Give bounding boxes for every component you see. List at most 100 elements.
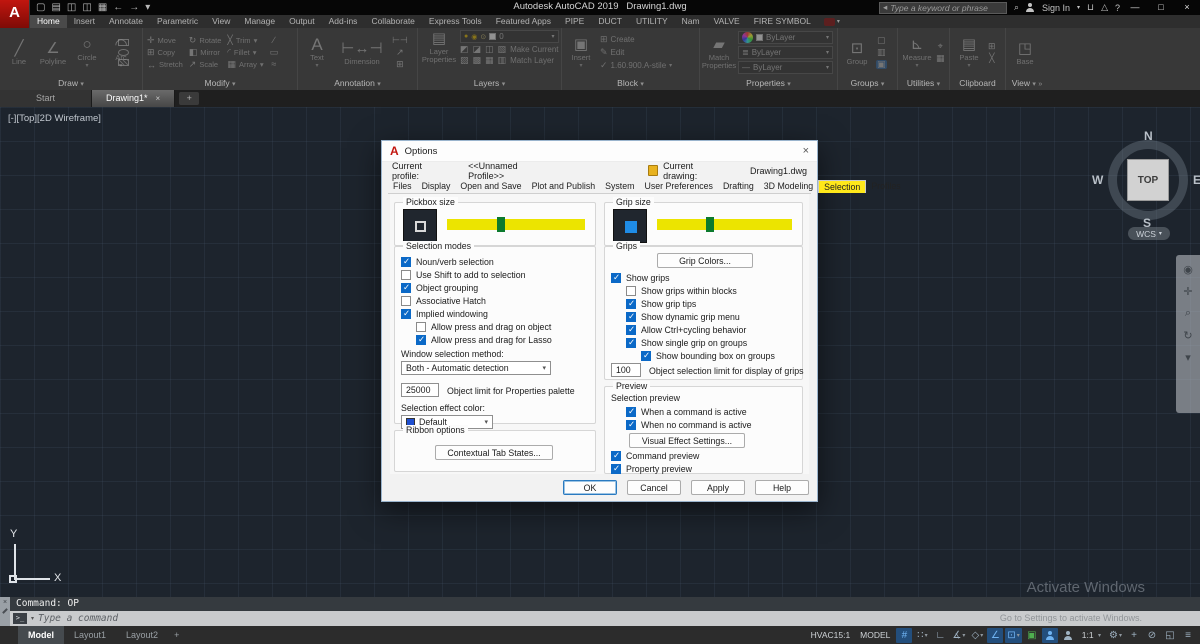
- exchange-icon[interactable]: △: [1101, 2, 1108, 13]
- options-tab-open-and-save[interactable]: Open and Save: [455, 180, 526, 193]
- snap-mode-toggle[interactable]: ∷▾: [914, 628, 930, 643]
- ribbon-tab-valve[interactable]: VALVE: [707, 15, 747, 28]
- panel-label-utilities[interactable]: Utilities ▾: [898, 77, 949, 90]
- erase-icon[interactable]: ∕: [273, 36, 275, 45]
- group-selection-toggle-icon[interactable]: ▣: [876, 60, 887, 69]
- help-search-input[interactable]: ◂ Type a keyword or phrase: [879, 2, 1007, 14]
- ribbon-tab-utility[interactable]: UTILITY: [629, 15, 675, 28]
- checkbox-box[interactable]: [416, 322, 426, 332]
- text-tool[interactable]: A Text ▾: [302, 36, 332, 69]
- checkbox-command-preview[interactable]: Command preview: [611, 449, 699, 462]
- layer-freeze-icon[interactable]: ◉: [471, 33, 477, 41]
- modify-tool-array[interactable]: ▦Array▾: [227, 59, 263, 70]
- hvac-scale-button[interactable]: HVAC15:1: [807, 628, 855, 643]
- annotation-visibility-toggle[interactable]: ▣: [1024, 628, 1040, 643]
- dimension-tool[interactable]: ⊢↔⊣ Dimension: [340, 40, 384, 66]
- insert-block-tool[interactable]: ▣ Insert ▾: [566, 36, 596, 69]
- ribbon-tab-add-ins[interactable]: Add-ins: [322, 15, 365, 28]
- ok-button[interactable]: OK: [563, 480, 617, 495]
- panel-label-modify[interactable]: Modify ▾: [143, 77, 297, 90]
- compass-north[interactable]: N: [1144, 129, 1153, 143]
- checkbox-box[interactable]: [401, 283, 411, 293]
- checkbox-box[interactable]: [611, 273, 621, 283]
- panel-label-view[interactable]: View ▾ »: [1006, 77, 1048, 90]
- checkbox-box[interactable]: [626, 325, 636, 335]
- application-menu-button[interactable]: A: [0, 0, 30, 28]
- hatch-tool-icon[interactable]: [118, 59, 129, 66]
- customization-menu-button[interactable]: ≡: [1180, 628, 1196, 643]
- modify-tool-mirror[interactable]: ◧Mirror: [189, 47, 222, 58]
- base-view-tool[interactable]: ◳ Base: [1010, 40, 1040, 66]
- ortho-mode-toggle[interactable]: ∟: [932, 628, 948, 643]
- group-tool[interactable]: ⊡ Group: [842, 40, 872, 66]
- ribbon-tab-view[interactable]: View: [205, 15, 237, 28]
- checkbox-show-single-grip-on-groups[interactable]: Show single grip on groups: [626, 336, 800, 349]
- edit-block-icon[interactable]: ✎: [600, 47, 608, 58]
- modify-tool-move[interactable]: ✛Move: [147, 35, 183, 46]
- checkbox-when-no-command-is-active[interactable]: When no command is active: [626, 418, 752, 431]
- object-limit-input[interactable]: 25000: [401, 383, 439, 397]
- explode-icon[interactable]: ▭: [270, 48, 279, 57]
- search-icon[interactable]: ⌕: [1014, 2, 1019, 13]
- window-selection-method-dropdown[interactable]: Both - Automatic detection▾: [401, 361, 551, 375]
- ribbon-tab-collaborate[interactable]: Collaborate: [364, 15, 421, 28]
- paste-tool[interactable]: ▤ Paste ▾: [954, 36, 984, 69]
- options-tab-system[interactable]: System: [600, 180, 639, 193]
- options-dialog-titlebar[interactable]: A Options ×: [382, 141, 817, 162]
- ribbon-tab-output[interactable]: Output: [282, 15, 322, 28]
- sign-in-button[interactable]: Sign In: [1042, 3, 1070, 13]
- navigation-bar[interactable]: ◉ ✛ ⌕ ↻ ▾: [1176, 255, 1200, 413]
- layer-tool-icon[interactable]: ▩: [473, 56, 482, 65]
- layer-lock-icon[interactable]: ⊙: [480, 33, 486, 41]
- ribbon-tab-annotate[interactable]: Annotate: [102, 15, 150, 28]
- customization-button[interactable]: +: [1126, 628, 1142, 643]
- layer-tool-icon[interactable]: ▧: [498, 45, 507, 54]
- modify-tool-trim[interactable]: ╳Trim▾: [227, 35, 263, 46]
- grip-slider-thumb[interactable]: [706, 217, 714, 232]
- checkbox-box[interactable]: [626, 299, 636, 309]
- options-tab-selection[interactable]: Selection: [818, 180, 866, 193]
- layer-tool-icon[interactable]: ◫: [485, 45, 494, 54]
- edit-block-tool[interactable]: Edit: [611, 48, 625, 57]
- search-prev-icon[interactable]: ◂: [883, 2, 887, 13]
- ribbon-tab-manage[interactable]: Manage: [237, 15, 282, 28]
- match-layer-tool[interactable]: Match Layer: [510, 56, 554, 65]
- options-tab-display[interactable]: Display: [417, 180, 456, 193]
- create-block-tool[interactable]: Create: [611, 35, 635, 44]
- new-layout-button[interactable]: +: [168, 626, 185, 644]
- checkbox-box[interactable]: [626, 420, 636, 430]
- block-attribute-icon[interactable]: ✓: [600, 60, 608, 71]
- layer-on-icon[interactable]: ●: [464, 33, 468, 40]
- checkbox-show-grips[interactable]: Show grips: [611, 271, 800, 284]
- isolate-objects-button[interactable]: ⊘: [1144, 628, 1160, 643]
- minimize-button[interactable]: —: [1122, 0, 1148, 15]
- linetype-dropdown[interactable]: — ByLayer▾: [738, 61, 833, 74]
- polar-tracking-toggle[interactable]: ∡▾: [950, 628, 967, 643]
- ribbon-tab-express-tools[interactable]: Express Tools: [422, 15, 489, 28]
- match-properties-tool[interactable]: ▰ Match Properties: [704, 36, 734, 70]
- clean-screen-button[interactable]: ◱: [1162, 628, 1178, 643]
- group-edit-icon[interactable]: ▥: [877, 48, 886, 57]
- checkbox-allow-press-and-drag-on-object[interactable]: Allow press and drag on object: [416, 320, 591, 333]
- contextual-tab-states-button[interactable]: Contextual Tab States...: [435, 445, 553, 460]
- view-cube[interactable]: N S W E TOP: [1100, 132, 1196, 228]
- create-block-icon[interactable]: ⊞: [600, 34, 608, 45]
- draw-tool-circle[interactable]: ○Circle▾: [72, 36, 102, 69]
- modify-tool-copy[interactable]: ⊞Copy: [147, 47, 183, 58]
- checkbox-box[interactable]: [401, 296, 411, 306]
- checkbox-box[interactable]: [611, 464, 621, 474]
- command-prompt-icon[interactable]: >_: [13, 613, 27, 624]
- object-snap-toggle[interactable]: ⊡▾: [1005, 628, 1021, 643]
- checkbox-box[interactable]: [626, 312, 636, 322]
- ribbon-tab-nam[interactable]: Nam: [675, 15, 707, 28]
- ribbon-tab-featured-apps[interactable]: Featured Apps: [489, 15, 558, 28]
- checkbox-show-grip-tips[interactable]: Show grip tips: [626, 297, 800, 310]
- command-input[interactable]: Type a command: [38, 613, 118, 624]
- navigation-wheel-icon[interactable]: ◉: [1183, 263, 1193, 276]
- panel-label-properties[interactable]: Properties ▾: [700, 77, 837, 90]
- wcs-dropdown-icon[interactable]: ▾: [1159, 230, 1162, 237]
- workspace-switching-button[interactable]: ⚙▾: [1107, 628, 1124, 643]
- modify-tool-fillet[interactable]: ◜Fillet▾: [227, 47, 263, 58]
- help-button[interactable]: Help: [755, 480, 809, 495]
- modify-tool-stretch[interactable]: ↔Stretch: [147, 59, 183, 70]
